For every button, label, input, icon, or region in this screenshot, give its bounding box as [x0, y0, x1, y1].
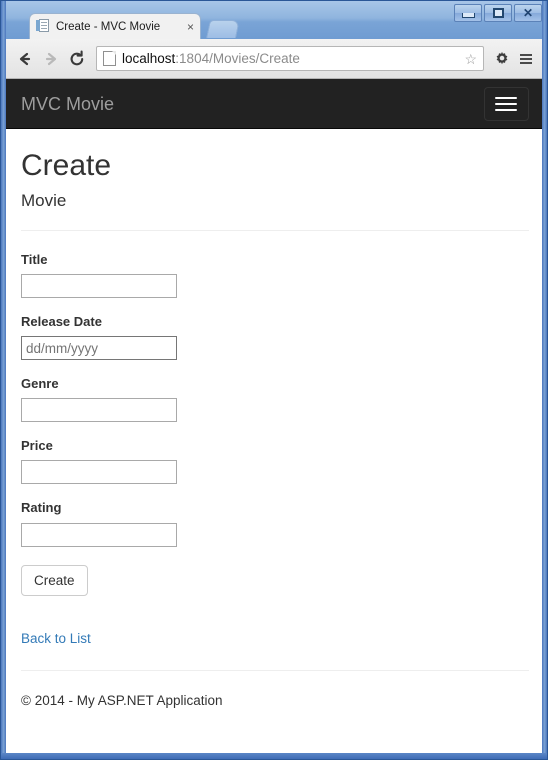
- footer-divider: [21, 669, 529, 671]
- navbar-toggle-button[interactable]: [484, 87, 529, 121]
- label-title: Title: [21, 251, 48, 267]
- page-subtitle: Movie: [21, 191, 67, 210]
- window-frame-bottom: [1, 753, 547, 759]
- reload-icon: [70, 50, 84, 65]
- label-genre: Genre: [21, 376, 59, 392]
- form-group-submit: Create: [21, 564, 529, 596]
- forward-arrow-icon: [45, 52, 57, 65]
- browser-window: Create - MVC Movie × ✕ localhost:1804/Mo…: [0, 0, 548, 760]
- url-text: localhost:1804/Movies/Create: [122, 51, 460, 66]
- create-button[interactable]: Create: [21, 564, 88, 596]
- navbar-brand[interactable]: MVC Movie: [21, 79, 114, 129]
- forward-button[interactable]: [38, 46, 64, 72]
- maximize-button[interactable]: [484, 4, 512, 22]
- tab-close-icon[interactable]: ×: [187, 21, 194, 33]
- input-genre[interactable]: [21, 398, 177, 423]
- label-release-date: Release Date: [21, 313, 102, 329]
- page-container: Create Movie Title Release Date Genre P: [6, 149, 544, 710]
- form-group-rating: Rating: [21, 499, 529, 547]
- label-rating: Rating: [21, 500, 62, 516]
- window-controls: ✕: [454, 4, 542, 22]
- create-movie-form: Title Release Date Genre Price Rating: [21, 251, 529, 596]
- back-arrow-icon: [19, 52, 31, 65]
- hamburger-bar-icon: [495, 103, 517, 105]
- address-bar[interactable]: localhost:1804/Movies/Create ☆: [96, 46, 484, 71]
- window-titlebar: Create - MVC Movie × ✕: [1, 1, 547, 39]
- page-favicon-icon: [36, 19, 50, 34]
- hamburger-menu-icon: [520, 53, 532, 64]
- page-title: Create: [21, 149, 112, 182]
- close-button[interactable]: ✕: [514, 4, 542, 22]
- back-to-list-link[interactable]: Back to List: [21, 631, 91, 646]
- back-button[interactable]: [12, 46, 38, 72]
- input-price[interactable]: [21, 460, 177, 485]
- form-group-price: Price: [21, 437, 529, 485]
- reload-button[interactable]: [64, 46, 90, 72]
- label-price: Price: [21, 438, 53, 454]
- page-info-icon: [103, 51, 116, 66]
- minimize-button[interactable]: [454, 4, 482, 22]
- gear-icon: [496, 51, 508, 64]
- hamburger-bar-icon: [495, 109, 517, 111]
- hamburger-bar-icon: [495, 97, 517, 99]
- site-navbar: MVC Movie: [6, 79, 544, 129]
- input-release-date[interactable]: [21, 336, 177, 361]
- form-group-release-date: Release Date: [21, 313, 529, 361]
- url-path: :1804/Movies/Create: [175, 51, 300, 66]
- window-frame-right: [542, 1, 547, 759]
- browser-menu-button[interactable]: [514, 46, 538, 72]
- input-title[interactable]: [21, 273, 177, 298]
- browser-tab[interactable]: Create - MVC Movie ×: [29, 13, 201, 39]
- footer-copyright: © 2014 - My ASP.NET Application: [21, 692, 223, 708]
- tab-title: Create - MVC Movie: [56, 20, 161, 33]
- input-rating[interactable]: [21, 522, 177, 547]
- new-tab-button[interactable]: [206, 20, 240, 38]
- window-frame-left: [1, 1, 6, 759]
- section-divider: [21, 229, 529, 231]
- url-host: localhost: [122, 51, 176, 66]
- browser-toolbar: localhost:1804/Movies/Create ☆: [6, 39, 544, 79]
- form-group-title: Title: [21, 251, 529, 298]
- settings-button[interactable]: [490, 46, 514, 72]
- bookmark-star-icon[interactable]: ☆: [464, 52, 477, 66]
- page-viewport: MVC Movie Create Movie Title Release Dat…: [6, 79, 544, 755]
- form-group-genre: Genre: [21, 375, 529, 423]
